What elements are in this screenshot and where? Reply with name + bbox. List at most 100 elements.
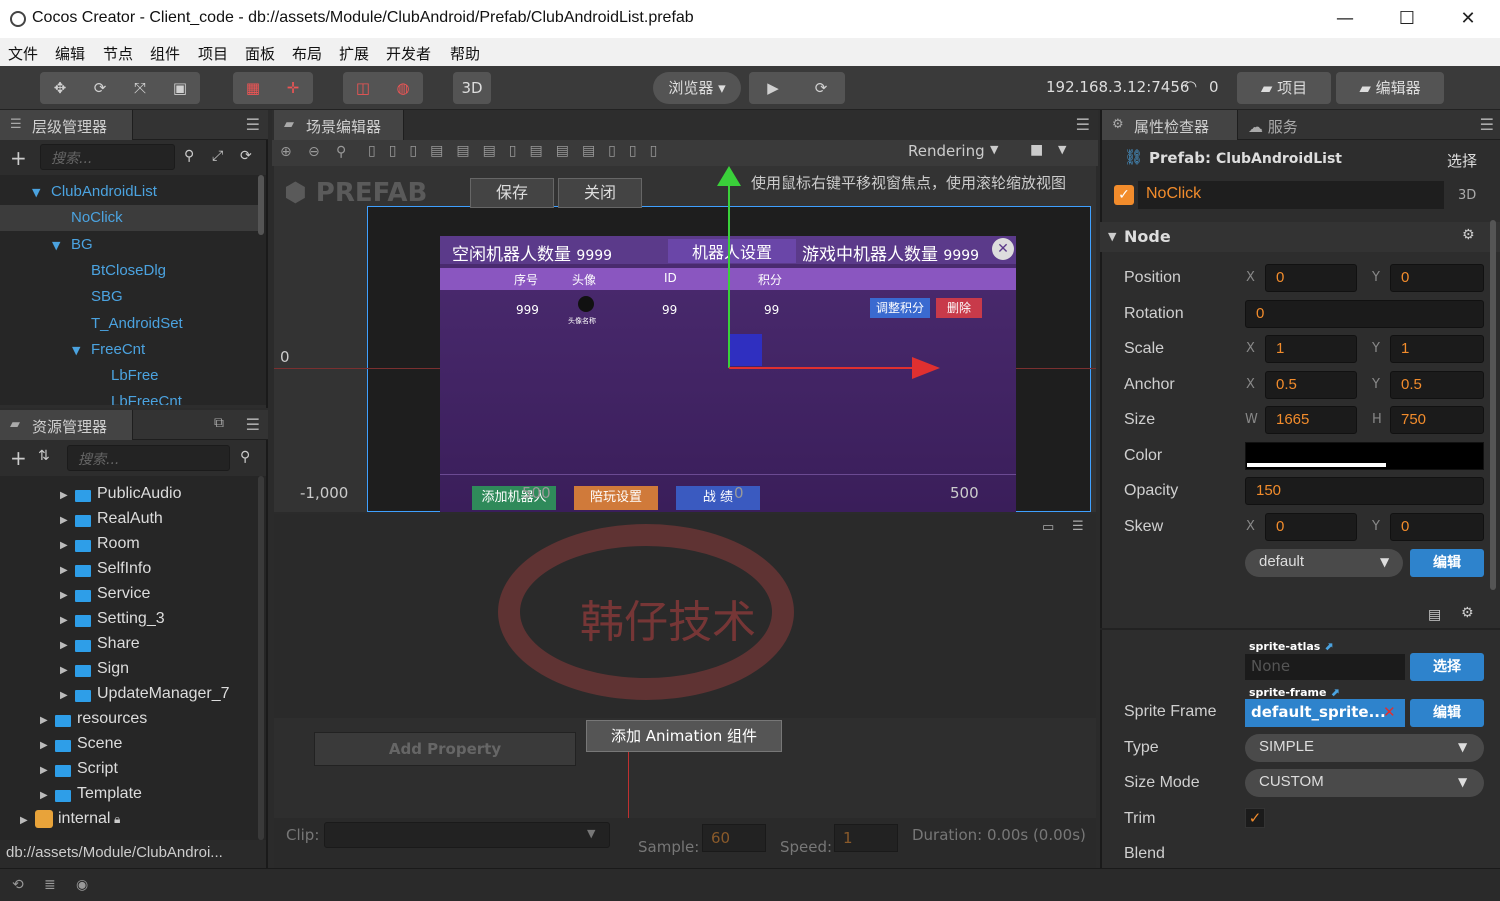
expand-icon[interactable]: ▼ xyxy=(32,186,40,199)
menu-project[interactable]: 项目 xyxy=(198,43,228,64)
menu-component[interactable]: 组件 xyxy=(150,43,180,64)
scale-x-input[interactable]: 1 xyxy=(1265,335,1357,363)
expand-icon[interactable]: ▶ xyxy=(60,640,68,651)
anchor-y-input[interactable]: 0.5 xyxy=(1390,371,1484,399)
gizmo-center-handle[interactable] xyxy=(730,334,762,366)
menu-node[interactable]: 节点 xyxy=(103,43,133,64)
expand-icon[interactable]: ▶ xyxy=(40,740,48,751)
refresh-icon[interactable]: ⟳ xyxy=(240,148,252,164)
expand-icon[interactable]: ▶ xyxy=(60,615,68,626)
atlas-input[interactable]: None xyxy=(1245,654,1405,680)
database-icon[interactable]: ≣ xyxy=(44,877,56,893)
expand-icon[interactable]: ▶ xyxy=(60,490,68,501)
atlas-select-button[interactable]: 选择 xyxy=(1410,653,1484,681)
pivot-icon[interactable]: ▦ xyxy=(233,72,273,104)
local-icon[interactable]: ✛ xyxy=(273,72,313,104)
position-x-input[interactable]: 0 xyxy=(1265,264,1357,292)
speed-input[interactable]: 1 xyxy=(834,824,898,852)
menu-layout[interactable]: 布局 xyxy=(292,43,322,64)
camera-icon[interactable]: ■ xyxy=(1030,142,1043,158)
scale-y-input[interactable]: 1 xyxy=(1390,335,1484,363)
assets-search-input[interactable]: 搜索... xyxy=(67,445,230,471)
tab-inspector[interactable]: ⚙ 属性检查器 xyxy=(1102,110,1238,140)
asset-item[interactable]: internal xyxy=(58,810,110,828)
tree-node[interactable]: SBG xyxy=(91,288,123,305)
asset-item[interactable]: Setting_3 xyxy=(97,610,165,628)
size-w-input[interactable]: 1665 xyxy=(1265,406,1357,434)
save-button[interactable]: 保存 xyxy=(470,178,554,208)
expand-icon[interactable]: ▶ xyxy=(60,540,68,551)
chevron-down-icon[interactable]: ▼ xyxy=(587,827,595,840)
popout-icon[interactable]: ⧉ xyxy=(214,415,224,431)
eye-icon[interactable]: ◉ xyxy=(76,877,88,893)
minimize-button[interactable]: — xyxy=(1330,6,1360,32)
refresh-icon[interactable]: ⟳ xyxy=(797,72,845,104)
menu-developer[interactable]: 开发者 xyxy=(386,43,431,64)
edit-group-button[interactable]: 编辑 xyxy=(1410,549,1484,577)
asset-item[interactable]: RealAuth xyxy=(97,510,163,528)
move-tool-icon[interactable]: ✥ xyxy=(40,72,80,104)
panel-menu-icon[interactable]: ☰ xyxy=(1072,519,1084,534)
record-button[interactable]: 战 绩 xyxy=(676,486,760,510)
grid-icon[interactable]: ◍ xyxy=(383,72,423,104)
chevron-down-icon[interactable]: ▼ xyxy=(1380,555,1389,569)
open-editor-button[interactable]: ▰ 编辑器 xyxy=(1336,72,1444,104)
asset-item[interactable]: Service xyxy=(97,585,150,603)
tree-node[interactable]: NoClick xyxy=(71,209,123,226)
tab-assets[interactable]: ▰ 资源管理器 xyxy=(0,410,133,440)
expand-icon[interactable]: ▶ xyxy=(60,515,68,526)
tree-node[interactable]: ClubAndroidList xyxy=(51,183,157,200)
anchor-x-input[interactable]: 0.5 xyxy=(1265,371,1357,399)
expand-icon[interactable]: ▼ xyxy=(72,344,80,357)
zoom-out-icon[interactable]: ⊖ xyxy=(308,144,320,160)
y-gizmo-arrow[interactable] xyxy=(717,166,741,186)
mode-3d-button[interactable]: 3D xyxy=(453,72,491,104)
asset-item[interactable]: Room xyxy=(97,535,140,553)
rotation-input[interactable]: 0 xyxy=(1245,300,1484,328)
sprite-frame-input[interactable]: default_sprite... xyxy=(1245,699,1405,727)
tab-hierarchy[interactable]: ☰ 层级管理器 xyxy=(0,110,133,140)
hierarchy-search-input[interactable]: 搜索... xyxy=(40,144,175,170)
asset-item[interactable]: UpdateManager_7 xyxy=(97,685,230,703)
menu-extension[interactable]: 扩展 xyxy=(339,43,369,64)
clear-icon[interactable]: ✕ xyxy=(1383,703,1396,721)
position-y-input[interactable]: 0 xyxy=(1390,264,1484,292)
opacity-input[interactable]: 150 xyxy=(1245,477,1484,505)
browser-select[interactable]: 浏览器 ▾ xyxy=(653,72,741,104)
x-gizmo-arrow[interactable] xyxy=(912,357,940,379)
menu-panel[interactable]: 面板 xyxy=(245,43,275,64)
scrollbar[interactable] xyxy=(1490,220,1496,590)
chevron-down-icon[interactable]: ▼ xyxy=(1058,143,1066,156)
chevron-down-icon[interactable]: ▼ xyxy=(1458,740,1467,754)
escort-settings-button[interactable]: 陪玩设置 xyxy=(574,486,658,510)
size-mode-select[interactable]: CUSTOM xyxy=(1245,769,1484,797)
rect-tool-icon[interactable]: ▣ xyxy=(160,72,200,104)
external-link-icon[interactable]: ⬈ xyxy=(1324,640,1333,653)
zoom-reset-icon[interactable]: ⚲ xyxy=(336,144,346,160)
search-icon[interactable]: ⚲ xyxy=(240,449,250,465)
panel-menu-icon[interactable]: ☰ xyxy=(1480,115,1494,134)
asset-item[interactable]: PublicAudio xyxy=(97,485,182,503)
sample-input[interactable]: 60 xyxy=(702,824,766,852)
maximize-button[interactable]: ☐ xyxy=(1392,6,1422,32)
asset-item[interactable]: Sign xyxy=(97,660,129,678)
expand-icon[interactable]: ▶ xyxy=(20,815,28,826)
rotate-tool-icon[interactable]: ⟳ xyxy=(80,72,120,104)
node-active-checkbox[interactable]: ✓ xyxy=(1114,185,1134,205)
minimize-icon[interactable]: ▭ xyxy=(1042,520,1054,535)
tab-services[interactable]: ☁ 服务 xyxy=(1248,116,1298,137)
rendering-select[interactable]: Rendering xyxy=(908,142,985,160)
edit-frame-button[interactable]: 编辑 xyxy=(1410,699,1484,727)
expand-icon[interactable]: ▶ xyxy=(60,665,68,676)
panel-menu-icon[interactable]: ☰ xyxy=(1076,115,1090,134)
menu-edit[interactable]: 编辑 xyxy=(55,43,85,64)
gear-icon[interactable]: ⚙ xyxy=(1462,227,1475,243)
add-property-button[interactable]: Add Property xyxy=(314,732,576,766)
asset-item[interactable]: SelfInfo xyxy=(97,560,151,578)
tree-node[interactable]: BG xyxy=(71,236,93,253)
expand-icon[interactable]: ▶ xyxy=(60,590,68,601)
skew-y-input[interactable]: 0 xyxy=(1390,513,1484,541)
close-button[interactable]: ✕ xyxy=(1453,6,1483,32)
tree-node[interactable]: FreeCnt xyxy=(91,341,145,358)
size-h-input[interactable]: 750 xyxy=(1390,406,1484,434)
